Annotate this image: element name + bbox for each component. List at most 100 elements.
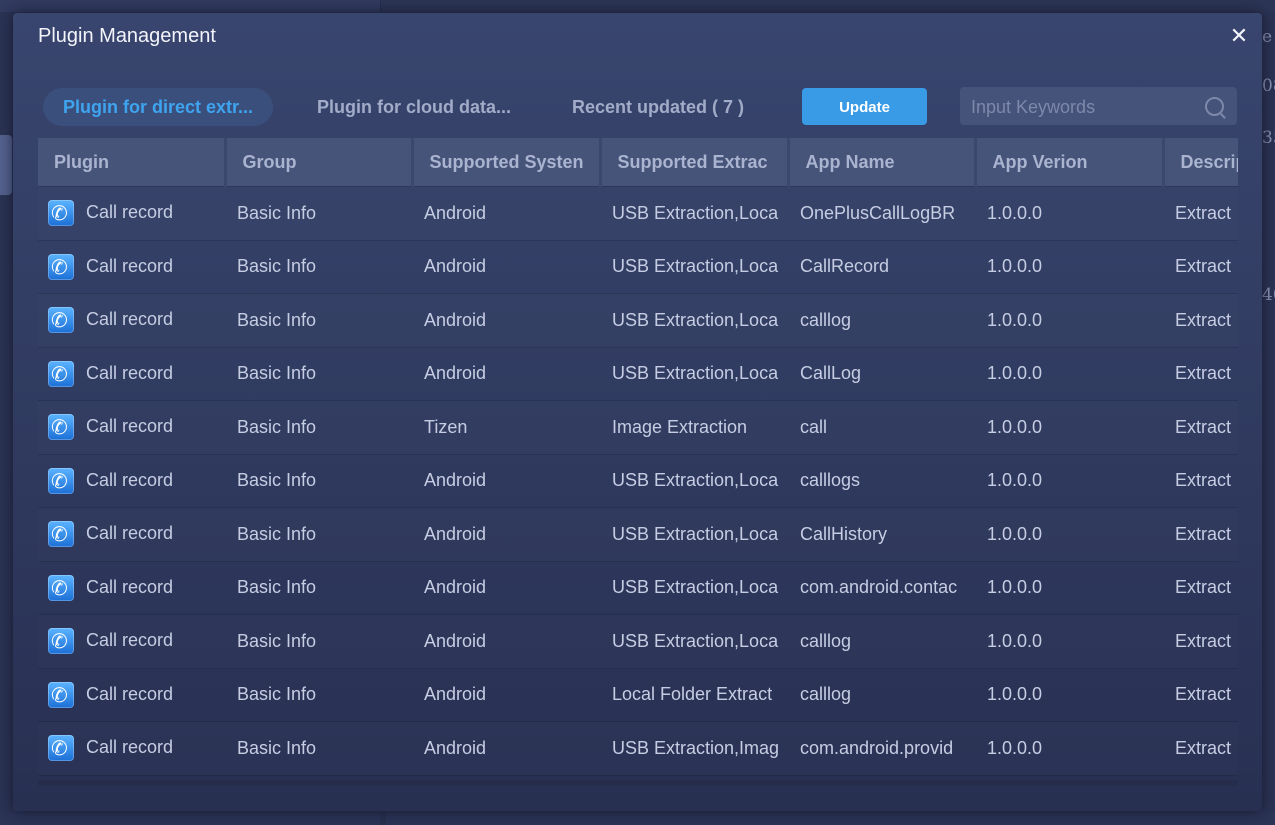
plugin-cell: Call record (38, 294, 225, 348)
plugin-cell: Call record (38, 240, 225, 294)
phone-icon (48, 253, 74, 280)
table-row[interactable]: Call record Basic Info Android USB Extra… (38, 186, 1238, 241)
column-header-group[interactable]: Group (225, 138, 414, 187)
description-cell: Extract (1175, 256, 1232, 277)
system-cell: Android (424, 684, 487, 705)
table-row[interactable]: Call record Basic Info Android USB Extra… (38, 507, 1238, 562)
extraction-cell: USB Extraction,Loca (612, 470, 779, 491)
extraction-cell: USB Extraction,Loca (612, 363, 779, 384)
plugin-table: Plugin Group Supported Systen Supported … (38, 138, 1238, 786)
column-header-plugin[interactable]: Plugin (38, 138, 227, 187)
app-name-cell: calllogs (800, 470, 861, 491)
description-cell: Extract (1175, 737, 1232, 758)
extraction-cell: Local Folder Extract (612, 684, 773, 705)
plugin-name: Call record (86, 416, 174, 436)
description-cell: Extract (1175, 630, 1232, 651)
phone-icon (48, 200, 74, 227)
app-name-cell: com.android.provid (800, 737, 954, 758)
update-button[interactable]: Update (802, 88, 927, 125)
app-name-cell: call (800, 416, 828, 437)
app-name-cell: CallRecord (800, 256, 890, 277)
extraction-cell: USB Extraction,Imag (612, 737, 780, 758)
phone-icon (48, 628, 74, 655)
description-cell: Extract (1175, 684, 1232, 705)
background-text-fragment: e (1262, 27, 1273, 47)
app-name-cell: OnePlusCallLogBR (800, 202, 956, 223)
plugin-cell: Call record (38, 722, 225, 776)
app-version-cell: 1.0.0.0 (987, 737, 1043, 758)
column-header-description[interactable]: Descrip (1163, 138, 1238, 187)
system-cell: Android (424, 202, 487, 223)
app-version-cell: 1.0.0.0 (987, 363, 1043, 384)
group-cell: Basic Info (237, 684, 317, 705)
background-side-tab (0, 135, 12, 195)
description-cell: Extract (1175, 416, 1232, 437)
description-cell: Extract (1175, 523, 1232, 544)
group-cell: Basic Info (237, 416, 317, 437)
close-icon[interactable]: ✕ (1229, 25, 1249, 47)
phone-icon (48, 307, 74, 334)
group-cell: Basic Info (237, 202, 317, 223)
group-cell: Basic Info (237, 363, 317, 384)
tab-cloud-data-plugins[interactable]: Plugin for cloud data... (297, 88, 531, 126)
system-cell: Android (424, 630, 487, 651)
app-version-cell: 1.0.0.0 (987, 630, 1043, 651)
background-app-header (0, 0, 1275, 12)
search-icon[interactable] (1205, 97, 1224, 116)
extraction-cell: Image Extraction (612, 416, 748, 437)
plugin-name: Call record (86, 469, 174, 490)
column-header-supported-system[interactable]: Supported Systen (412, 138, 602, 187)
table-row[interactable]: Call record Basic Info Android USB Extra… (38, 454, 1238, 508)
description-cell: Extract (1175, 363, 1232, 384)
search-input[interactable] (969, 87, 1198, 127)
plugin-name: Call record (86, 523, 174, 543)
table-header-row: Plugin Group Supported Systen Supported … (38, 138, 1238, 187)
plugin-name: Call record (86, 737, 174, 757)
system-cell: Android (424, 363, 487, 384)
table-row[interactable]: Call record Basic Info Android USB Extra… (38, 240, 1238, 294)
description-cell: Extract (1175, 470, 1232, 491)
phone-icon (48, 735, 74, 762)
phone-icon (48, 681, 74, 708)
plugin-name: Call record (86, 576, 174, 597)
table-row[interactable]: Call record Basic Info Android USB Extra… (38, 347, 1238, 401)
table-row[interactable]: Call record Basic Info Android Local Fol… (38, 668, 1238, 722)
extraction-cell: USB Extraction,Loca (612, 309, 779, 330)
app-version-cell: 1.0.0.0 (987, 523, 1043, 544)
table-row[interactable]: Call record Basic Info Android USB Extra… (38, 614, 1238, 669)
column-header-app-version[interactable]: App Verion (975, 138, 1165, 187)
background-text-fragment: 40 (1262, 285, 1275, 305)
extraction-cell: USB Extraction,Loca (612, 630, 779, 651)
tab-recent-updated[interactable]: Recent updated ( 7 ) (552, 88, 764, 126)
group-cell: Basic Info (237, 256, 317, 277)
plugin-cell: Call record (38, 615, 225, 669)
extraction-cell: USB Extraction,Loca (612, 202, 779, 223)
app-version-cell: 1.0.0.0 (987, 416, 1043, 437)
tab-direct-extraction-plugins[interactable]: Plugin for direct extr... (43, 88, 274, 126)
group-cell: Basic Info (237, 577, 317, 598)
column-header-app-name[interactable]: App Name (788, 138, 977, 187)
group-cell: Basic Info (237, 309, 317, 330)
description-cell: Extract (1175, 202, 1232, 223)
plugin-cell: Call record (38, 561, 225, 615)
app-name-cell: CallLog (800, 363, 862, 384)
table-row[interactable]: Call record Basic Info Android USB Extra… (38, 561, 1238, 615)
plugin-cell: Call record (38, 508, 225, 562)
description-cell: Extract (1175, 309, 1232, 330)
table-row[interactable]: Call record Basic Info Tizen Image Extra… (38, 400, 1238, 455)
table-row[interactable]: Call record Basic Info Android USB Extra… (38, 293, 1238, 348)
background-app-footer (0, 812, 1275, 825)
plugin-cell: Call record (38, 668, 225, 722)
background-text-fragment: 08 (1262, 76, 1275, 96)
plugin-name: Call record (86, 362, 174, 383)
system-cell: Android (424, 309, 487, 330)
background-text-fragment: 35 (1262, 128, 1275, 148)
column-header-supported-extraction[interactable]: Supported Extrac (600, 138, 790, 187)
system-cell: Android (424, 470, 487, 491)
table-row[interactable]: Call record Basic Info Android USB Extra… (38, 721, 1238, 776)
plugin-cell: Call record (38, 347, 225, 401)
app-name-cell: calllog (800, 684, 852, 705)
group-cell: Basic Info (237, 470, 317, 491)
extraction-cell: USB Extraction,Loca (612, 577, 779, 598)
plugin-cell: Call record (38, 401, 225, 455)
